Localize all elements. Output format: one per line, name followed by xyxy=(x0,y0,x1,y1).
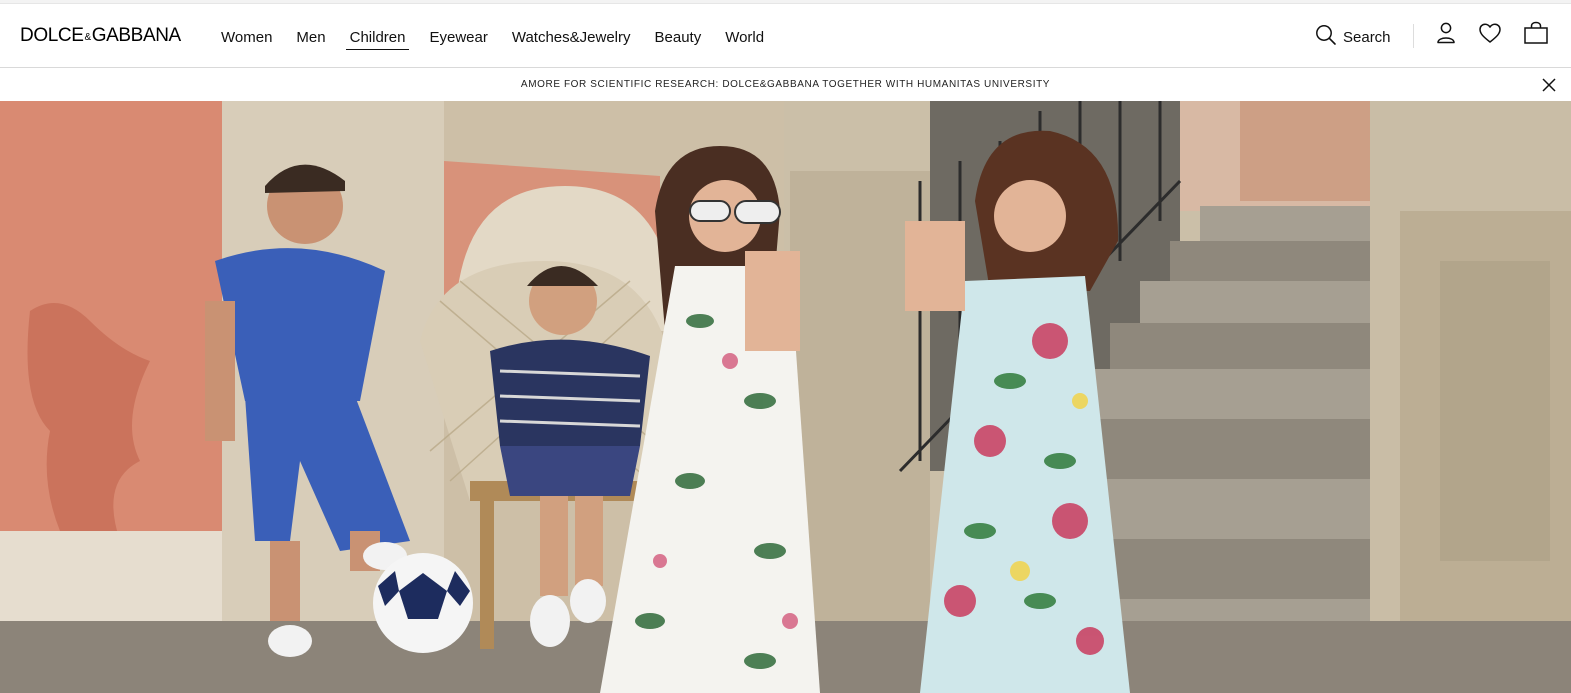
brand-ampersand: & xyxy=(84,32,91,43)
account-button[interactable] xyxy=(1433,22,1459,48)
nav-item-men[interactable]: Men xyxy=(296,29,325,50)
announcement-close-button[interactable] xyxy=(1541,77,1557,93)
brand-name-left: DOLCE xyxy=(20,25,84,46)
nav-item-women[interactable]: Women xyxy=(221,29,272,50)
search-icon xyxy=(1315,24,1337,51)
nav-item-beauty[interactable]: Beauty xyxy=(655,29,702,50)
shopping-bag-button[interactable] xyxy=(1523,21,1549,50)
nav-item-children[interactable]: Children xyxy=(345,29,410,50)
close-icon xyxy=(1541,78,1557,97)
hero-banner[interactable] xyxy=(0,101,1571,693)
brand-name-right: GABBANA xyxy=(91,25,181,46)
nav-item-watches-jewelry[interactable]: Watches&Jewelry xyxy=(512,29,631,50)
main-navigation: Women Men Children Eyewear Watches&Jewel… xyxy=(221,29,788,50)
account-icon xyxy=(1435,21,1457,50)
announcement-bar: AMORE FOR SCIENTIFIC RESEARCH: DOLCE&GAB… xyxy=(0,69,1571,101)
search-label: Search xyxy=(1343,28,1391,46)
announcement-text[interactable]: AMORE FOR SCIENTIFIC RESEARCH: DOLCE&GAB… xyxy=(0,79,1571,91)
tools-divider xyxy=(1413,24,1414,48)
nav-item-world[interactable]: World xyxy=(725,29,764,50)
nav-item-eyewear[interactable]: Eyewear xyxy=(429,29,487,50)
header-tools: Search xyxy=(1313,4,1571,68)
site-header: DOLCE&GABBANA Women Men Children Eyewear… xyxy=(0,4,1571,68)
search-button[interactable]: Search xyxy=(1315,24,1391,51)
brand-logo[interactable]: DOLCE&GABBANA xyxy=(20,26,181,48)
wishlist-button[interactable] xyxy=(1477,22,1503,48)
shopping-bag-icon xyxy=(1523,21,1549,50)
hero-image xyxy=(0,101,1571,693)
wishlist-heart-icon xyxy=(1478,22,1502,49)
